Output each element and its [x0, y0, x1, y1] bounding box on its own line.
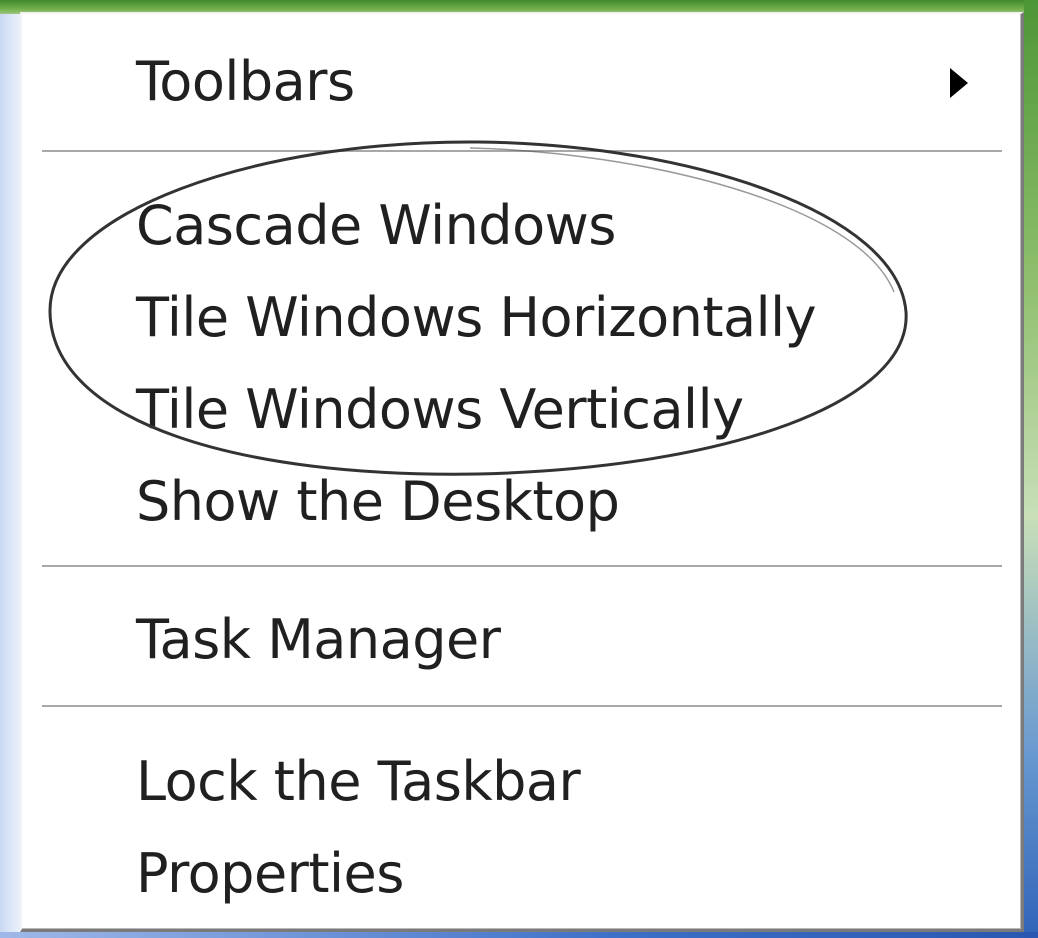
menu-item-label: Toolbars	[136, 50, 355, 113]
menu-item-label: Cascade Windows	[136, 194, 616, 257]
taskbar-edge	[0, 932, 1038, 938]
menu-item-label: Tile Windows Vertically	[136, 378, 744, 441]
menu-item-properties[interactable]: Properties	[22, 836, 1012, 912]
menu-separator	[42, 150, 1002, 154]
menu-item-task-manager[interactable]: Task Manager	[22, 602, 1012, 678]
taskbar-context-menu: Toolbars Cascade Windows Tile Windows Ho…	[20, 12, 1024, 932]
menu-item-label: Task Manager	[136, 608, 501, 671]
menu-item-cascade-windows[interactable]: Cascade Windows	[22, 188, 1012, 264]
menu-item-tile-horizontally[interactable]: Tile Windows Horizontally	[22, 280, 1012, 356]
menu-item-label: Properties	[136, 842, 404, 905]
menu-separator	[42, 705, 1002, 709]
submenu-arrow-icon	[950, 68, 968, 98]
menu-item-show-desktop[interactable]: Show the Desktop	[22, 464, 1012, 540]
desktop-background-right	[1024, 0, 1038, 938]
menu-item-toolbars[interactable]: Toolbars	[22, 44, 1012, 120]
menu-item-tile-vertically[interactable]: Tile Windows Vertically	[22, 372, 1012, 448]
menu-item-label: Lock the Taskbar	[136, 750, 581, 813]
menu-separator	[42, 565, 1002, 569]
menu-item-label: Show the Desktop	[136, 470, 620, 533]
menu-item-lock-taskbar[interactable]: Lock the Taskbar	[22, 744, 1012, 820]
menu-item-label: Tile Windows Horizontally	[136, 286, 817, 349]
